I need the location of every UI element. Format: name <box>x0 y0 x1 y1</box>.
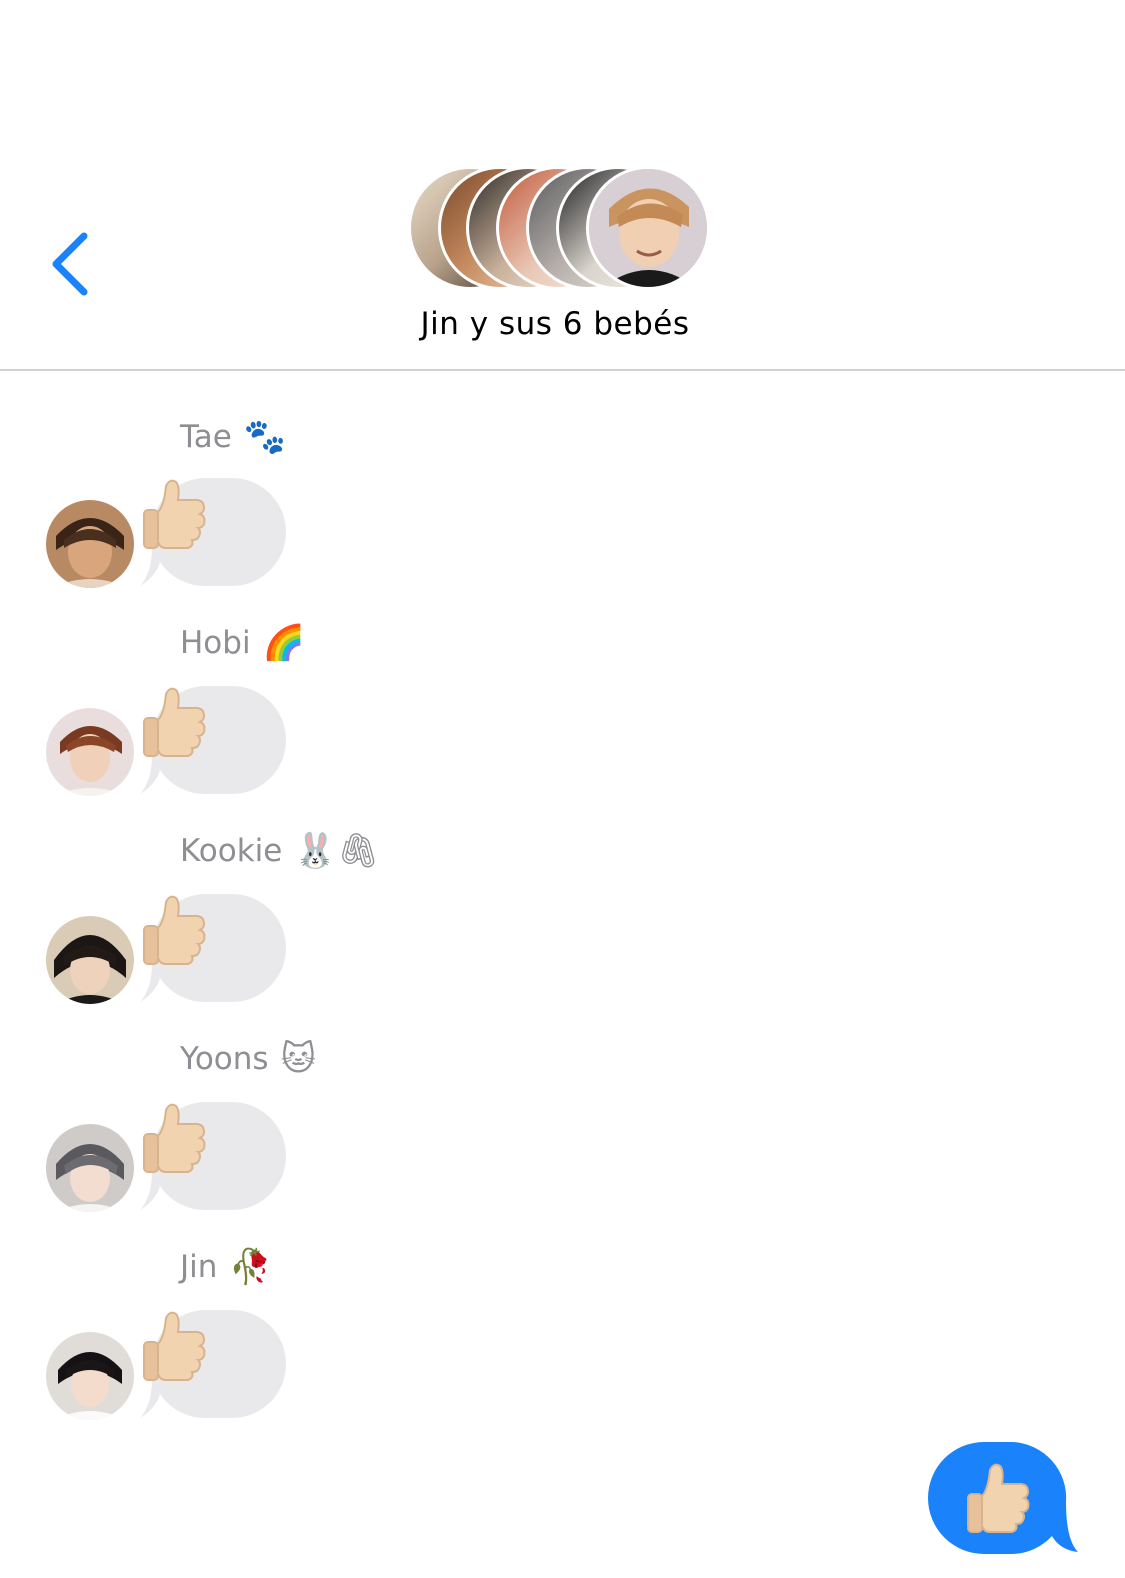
sender-emoji: 🐱 <box>280 1039 317 1079</box>
thumbs-up-icon <box>143 895 206 965</box>
sender-name: Kookie 🐰🖇 <box>180 828 380 874</box>
avatar[interactable] <box>46 500 134 588</box>
sender-emoji: 🐾 <box>243 417 287 457</box>
sender-emoji: 🌈 <box>262 623 305 663</box>
group-avatar-stack[interactable] <box>408 166 718 292</box>
message-bubble[interactable] <box>140 686 290 796</box>
thumbs-up-icon <box>143 687 206 757</box>
conversation-header: Jin y sus 6 bebés <box>0 0 1125 370</box>
thumbs-up-icon <box>967 1463 1030 1533</box>
sender-emoji: 🐰🖇 <box>294 831 380 871</box>
sender-name: Jin 🥀 <box>180 1244 272 1290</box>
sender-name-text: Jin <box>180 1249 218 1285</box>
sender-name-text: Hobi <box>180 625 251 661</box>
thumbs-up-icon <box>143 479 206 549</box>
chevron-left-icon <box>52 232 88 296</box>
message-bubble[interactable] <box>140 894 290 1004</box>
sender-name-text: Kookie <box>180 833 283 869</box>
thumbs-up-icon <box>143 1311 206 1381</box>
header-divider <box>0 369 1125 371</box>
sender-name-text: Yoons <box>180 1041 269 1077</box>
sender-name: Tae 🐾 <box>180 414 286 460</box>
avatar[interactable] <box>46 1124 134 1212</box>
avatar[interactable] <box>46 916 134 1004</box>
avatar[interactable] <box>46 708 134 796</box>
avatar <box>586 166 710 290</box>
outgoing-message-bubble[interactable] <box>928 1442 1080 1554</box>
sender-name: Yoons 🐱 <box>180 1036 316 1082</box>
avatar[interactable] <box>46 1332 134 1420</box>
message-bubble[interactable] <box>140 1310 290 1420</box>
sender-emoji: 🥀 <box>229 1247 272 1287</box>
message-bubble[interactable] <box>140 1102 290 1212</box>
sender-name-text: Tae <box>180 419 232 455</box>
message-bubble[interactable] <box>140 478 290 588</box>
back-button[interactable] <box>44 226 104 302</box>
group-name[interactable]: Jin y sus 6 bebés <box>0 306 1110 342</box>
thumbs-up-icon <box>143 1103 206 1173</box>
sender-name: Hobi 🌈 <box>180 620 305 666</box>
